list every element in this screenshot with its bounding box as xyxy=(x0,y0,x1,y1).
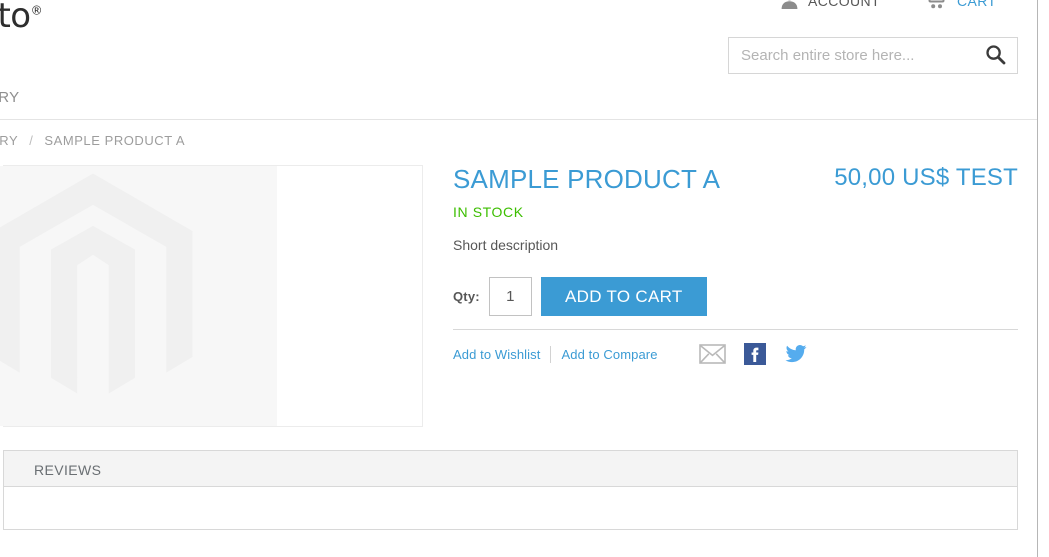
add-to-compare-link[interactable]: Add to Compare xyxy=(561,347,657,362)
magento-logo-placeholder-icon xyxy=(0,166,224,426)
shopping-cart-icon xyxy=(926,0,948,10)
tab-reviews[interactable]: REVIEWS xyxy=(34,462,101,478)
cart-link[interactable]: CART xyxy=(926,0,996,10)
product-image-placeholder[interactable] xyxy=(0,166,277,426)
breadcrumb-item-current: SAMPLE PRODUCT A xyxy=(44,133,186,148)
search-input[interactable] xyxy=(729,38,973,73)
social-share-icons xyxy=(698,343,807,365)
product-price: 50,00 US$ TEST xyxy=(834,164,1018,191)
quantity-label: Qty: xyxy=(453,289,480,304)
breadcrumb-separator: / xyxy=(29,133,34,148)
breadcrumb: ATEGORY / SAMPLE PRODUCT A xyxy=(0,133,185,148)
page-edge-border xyxy=(1037,0,1038,557)
section-divider xyxy=(453,329,1018,330)
product-gallery[interactable] xyxy=(0,165,423,427)
cart-label: CART xyxy=(957,0,997,9)
product-page: ento® ACCOUNT CART xyxy=(0,0,1049,557)
search-button[interactable] xyxy=(973,38,1017,73)
product-short-description: Short description xyxy=(453,237,559,253)
status-badge: IN STOCK xyxy=(453,204,524,220)
main-navigation: EGORY xyxy=(0,88,1037,120)
twitter-share-icon[interactable] xyxy=(784,344,807,364)
tab-panel-reviews xyxy=(3,487,1018,530)
add-to-wishlist-link[interactable]: Add to Wishlist xyxy=(453,347,540,362)
user-icon xyxy=(780,0,799,10)
store-logo-text: ento xyxy=(0,0,31,36)
store-logo[interactable]: ento® xyxy=(0,0,43,36)
product-social-row: Add to Wishlist Add to Compare xyxy=(453,343,807,365)
header-links: ACCOUNT CART xyxy=(780,0,997,10)
nav-item-category[interactable]: EGORY xyxy=(0,89,19,106)
search-box xyxy=(728,37,1018,74)
email-share-icon[interactable] xyxy=(698,344,726,364)
page-title: SAMPLE PRODUCT A xyxy=(453,164,721,194)
page-gutter xyxy=(1038,0,1049,557)
add-to-cart-row: Qty: ADD TO CART xyxy=(453,277,707,316)
registered-mark: ® xyxy=(30,3,43,18)
add-to-cart-button[interactable]: ADD TO CART xyxy=(540,277,707,316)
account-label: ACCOUNT xyxy=(808,0,881,9)
product-tabs: REVIEWS xyxy=(3,450,1018,487)
link-divider xyxy=(550,345,552,363)
account-link[interactable]: ACCOUNT xyxy=(780,0,880,10)
quantity-stepper[interactable] xyxy=(488,277,532,316)
facebook-share-icon[interactable] xyxy=(743,343,766,365)
search-icon xyxy=(985,44,1006,68)
breadcrumb-item-category[interactable]: ATEGORY xyxy=(0,133,18,148)
